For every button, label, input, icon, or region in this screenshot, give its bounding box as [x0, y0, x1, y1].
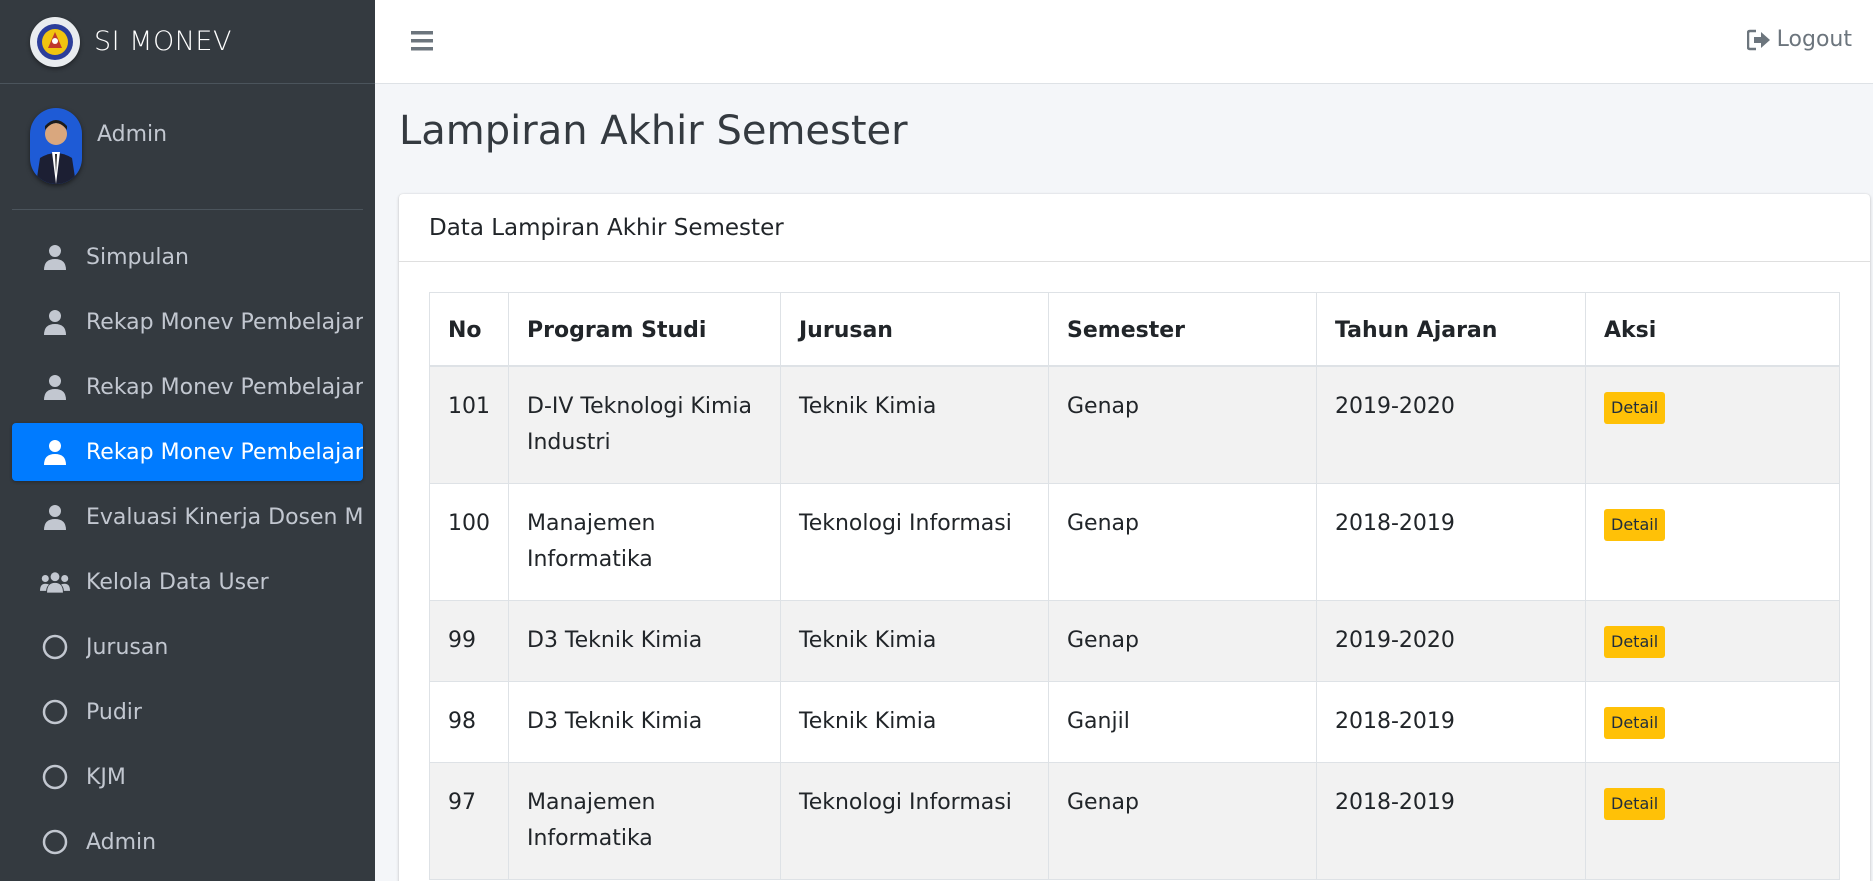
sidebar-item-kelola-data-user[interactable]: Kelola Data User: [12, 553, 363, 611]
sidebar-item-evaluasi-kinerja[interactable]: Evaluasi Kinerja Dosen Mata: [12, 488, 363, 546]
circle-icon: [40, 632, 70, 662]
table-row: 98 D3 Teknik Kimia Teknik Kimia Ganjil 2…: [429, 681, 1840, 763]
menu-toggle-icon[interactable]: [411, 30, 435, 52]
institution-logo: [30, 16, 80, 67]
cell-program-studi: Manajemen Informatika: [508, 762, 781, 880]
column-header-aksi: Aksi: [1585, 292, 1840, 367]
cell-no: 99: [429, 600, 509, 682]
sign-out-icon: [1746, 29, 1770, 50]
data-table: No Program Studi Jurusan Semester Tahun …: [429, 292, 1840, 880]
sidebar-item-rekap-monev-3[interactable]: Rekap Monev Pembelajaran: [12, 423, 363, 481]
sidebar-item-rekap-monev-1[interactable]: Rekap Monev Pembelajaran: [12, 293, 363, 351]
table-row: 97 Manajemen Informatika Teknologi Infor…: [429, 762, 1840, 880]
cell-jurusan: Teknologi Informasi: [780, 483, 1049, 601]
cell-aksi: Detail: [1585, 483, 1840, 601]
cell-semester: Genap: [1048, 600, 1317, 682]
cell-aksi: Detail: [1585, 365, 1840, 484]
column-header-tahun-ajaran[interactable]: Tahun Ajaran: [1316, 292, 1586, 367]
cell-program-studi: Manajemen Informatika: [508, 483, 781, 601]
sidebar-item-label: Pudir: [86, 699, 142, 725]
sidebar-item-label: KJM: [86, 764, 126, 790]
cell-semester: Genap: [1048, 365, 1317, 484]
sidebar-item-label: Rekap Monev Pembelajaran: [86, 374, 363, 400]
column-header-no[interactable]: No: [429, 292, 509, 367]
sidebar-item-label: Rekap Monev Pembelajaran: [86, 309, 363, 335]
cell-program-studi: D3 Teknik Kimia: [508, 681, 781, 763]
detail-button[interactable]: Detail: [1604, 626, 1666, 658]
sidebar-item-label: Rekap Monev Pembelajaran: [86, 439, 363, 465]
column-header-jurusan[interactable]: Jurusan: [780, 292, 1049, 367]
cell-semester: Genap: [1048, 762, 1317, 880]
sidebar-item-admin[interactable]: Admin: [12, 813, 363, 871]
user-name[interactable]: Admin: [97, 122, 167, 147]
sidebar-nav: Simpulan Rekap Monev Pembelajaran Rekap …: [0, 210, 375, 871]
user-icon: [40, 307, 70, 337]
sidebar-item-jurusan[interactable]: Jurusan: [12, 618, 363, 676]
cell-aksi: Detail: [1585, 600, 1840, 682]
circle-icon: [40, 697, 70, 727]
column-header-semester[interactable]: Semester: [1048, 292, 1317, 367]
sidebar-item-rekap-monev-2[interactable]: Rekap Monev Pembelajaran: [12, 358, 363, 416]
card-body: No Program Studi Jurusan Semester Tahun …: [399, 262, 1870, 880]
cell-no: 101: [429, 365, 509, 484]
sidebar-item-label: Simpulan: [86, 244, 189, 270]
cell-no: 100: [429, 483, 509, 601]
cell-jurusan: Teknik Kimia: [780, 600, 1049, 682]
user-panel: Admin: [12, 84, 363, 210]
logout-link[interactable]: Logout: [1746, 27, 1852, 52]
table-row: 99 D3 Teknik Kimia Teknik Kimia Genap 20…: [429, 600, 1840, 682]
logout-label: Logout: [1776, 27, 1852, 52]
card-title: Data Lampiran Akhir Semester: [399, 194, 1870, 262]
user-icon: [40, 502, 70, 532]
table-row: 100 Manajemen Informatika Teknologi Info…: [429, 483, 1840, 601]
cell-tahun-ajaran: 2018-2019: [1316, 762, 1586, 880]
sidebar-item-label: Kelola Data User: [86, 569, 269, 595]
avatar[interactable]: [30, 108, 82, 184]
cell-semester: Genap: [1048, 483, 1317, 601]
cell-no: 98: [429, 681, 509, 763]
user-icon: [40, 437, 70, 467]
cell-jurusan: Teknik Kimia: [780, 365, 1049, 484]
circle-icon: [40, 827, 70, 857]
top-navbar: Logout: [375, 0, 1873, 84]
cell-tahun-ajaran: 2018-2019: [1316, 483, 1586, 601]
data-card: Data Lampiran Akhir Semester No Program …: [399, 194, 1870, 881]
detail-button[interactable]: Detail: [1604, 788, 1666, 820]
cell-jurusan: Teknologi Informasi: [780, 762, 1049, 880]
sidebar-item-label: Jurusan: [86, 634, 169, 660]
column-header-program-studi[interactable]: Program Studi: [508, 292, 781, 367]
sidebar: SI MONEV Admin Simpulan Rekap Monev Pemb…: [0, 0, 375, 881]
cell-aksi: Detail: [1585, 681, 1840, 763]
cell-program-studi: D-IV Teknologi Kimia Industri: [508, 365, 781, 484]
cell-tahun-ajaran: 2019-2020: [1316, 365, 1586, 484]
brand-link[interactable]: SI MONEV: [0, 0, 375, 84]
detail-button[interactable]: Detail: [1604, 509, 1666, 541]
cell-no: 97: [429, 762, 509, 880]
cell-tahun-ajaran: 2019-2020: [1316, 600, 1586, 682]
cell-tahun-ajaran: 2018-2019: [1316, 681, 1586, 763]
sidebar-item-pudir[interactable]: Pudir: [12, 683, 363, 741]
page-title: Lampiran Akhir Semester: [399, 108, 908, 154]
users-icon: [40, 567, 70, 597]
sidebar-item-simpulan[interactable]: Simpulan: [12, 228, 363, 286]
circle-icon: [40, 762, 70, 792]
cell-semester: Ganjil: [1048, 681, 1317, 763]
table-header-row: No Program Studi Jurusan Semester Tahun …: [429, 292, 1840, 367]
sidebar-item-kjm[interactable]: KJM: [12, 748, 363, 806]
sidebar-item-label: Evaluasi Kinerja Dosen Mata: [86, 504, 363, 530]
cell-aksi: Detail: [1585, 762, 1840, 880]
user-icon: [40, 372, 70, 402]
detail-button[interactable]: Detail: [1604, 707, 1666, 739]
detail-button[interactable]: Detail: [1604, 392, 1666, 424]
brand-title: SI MONEV: [94, 26, 232, 57]
sidebar-item-label: Admin: [86, 829, 157, 855]
cell-program-studi: D3 Teknik Kimia: [508, 600, 781, 682]
cell-jurusan: Teknik Kimia: [780, 681, 1049, 763]
user-icon: [40, 242, 70, 272]
table-row: 101 D-IV Teknologi Kimia Industri Teknik…: [429, 365, 1840, 484]
